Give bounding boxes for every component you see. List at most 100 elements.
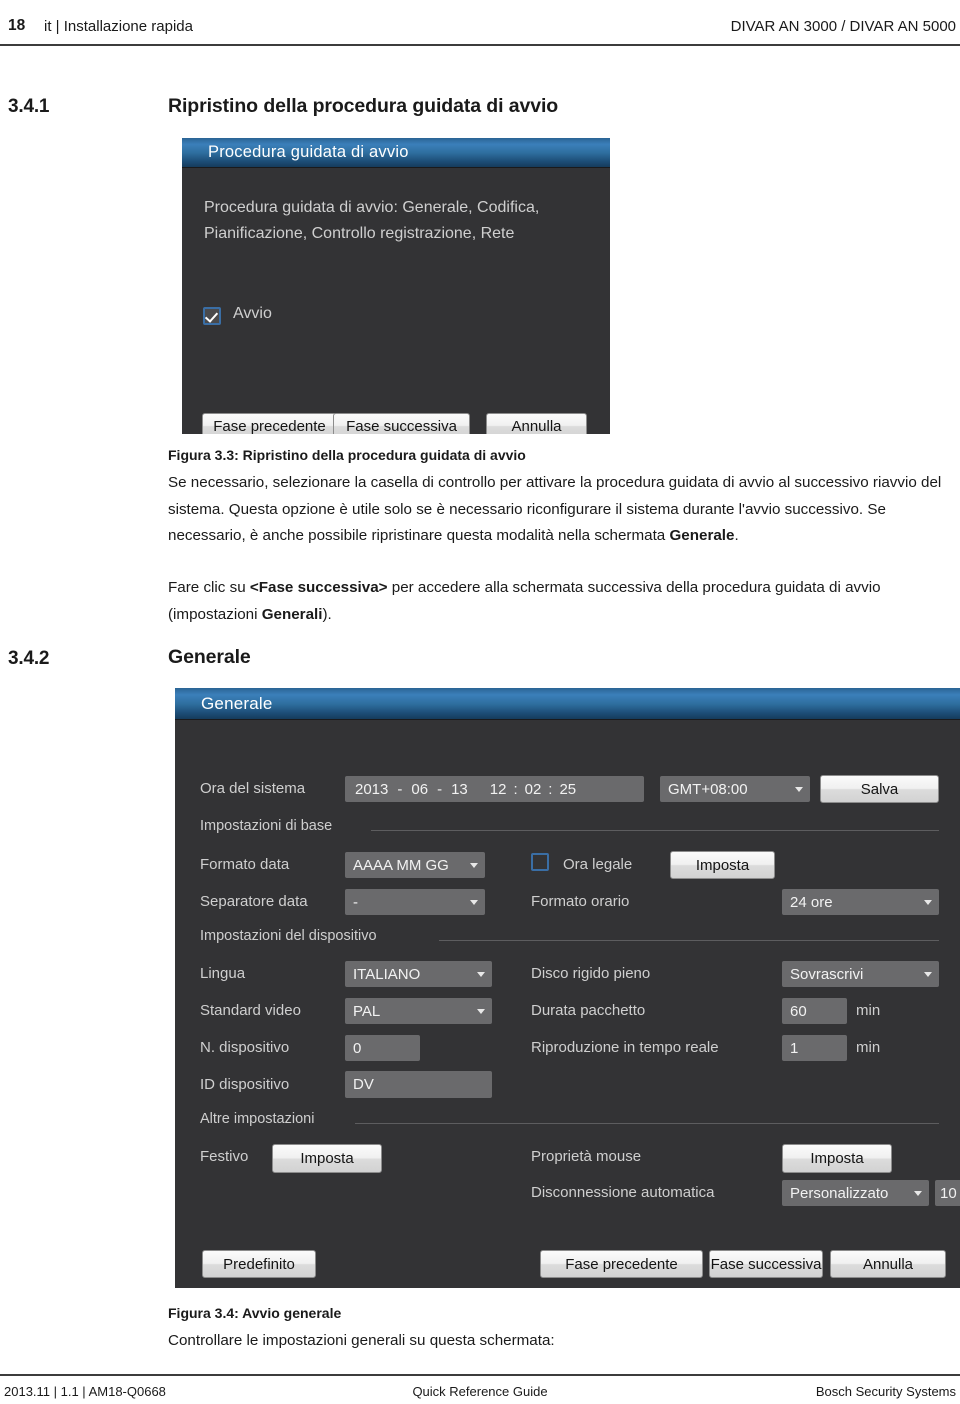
pack-duration-unit: min — [856, 1002, 881, 1019]
group-label-device: Impostazioni del dispositivo — [200, 928, 377, 944]
general-titlebar: Generale — [175, 688, 960, 720]
section-number-341: 3.4.1 — [8, 96, 50, 117]
group-label-base: Impostazioni di base — [200, 818, 333, 834]
chevron-down-icon — [477, 972, 485, 977]
pack-duration-label: Durata pacchetto — [531, 1002, 646, 1019]
section-title-342: Generale — [168, 646, 251, 668]
auto-logout-label: Disconnessione automatica — [531, 1184, 715, 1201]
video-standard-label: Standard video — [200, 1002, 301, 1019]
video-standard-select[interactable]: PAL — [345, 998, 492, 1024]
system-time-label: Ora del sistema — [200, 780, 306, 797]
chevron-down-icon — [477, 1009, 485, 1014]
mouse-props-set-button[interactable]: Imposta — [782, 1144, 892, 1173]
system-time-sep1: - — [397, 780, 403, 798]
timezone-select[interactable]: GMT+08:00 — [660, 776, 810, 802]
para2-part-e: ). — [322, 605, 332, 623]
wizard-title: Procedura guidata di avvio — [208, 143, 409, 161]
header-breadcrumb: it | Installazione rapida — [44, 17, 193, 35]
wizard-enable-checkbox[interactable] — [203, 307, 221, 325]
general-title: Generale — [201, 693, 273, 713]
header-divider — [0, 44, 960, 46]
dst-label: Ora legale — [563, 856, 633, 873]
date-separator-select[interactable]: - — [345, 889, 485, 915]
group-divider-base — [371, 830, 939, 831]
figure-33-paragraph-1: Se necessario, selezionare la casella di… — [168, 470, 958, 550]
system-time-hour: 12 — [489, 780, 507, 798]
dst-checkbox[interactable] — [531, 853, 549, 871]
save-time-button[interactable]: Salva — [820, 775, 939, 803]
system-time-day: 13 — [451, 780, 468, 798]
system-time-sep3: : — [513, 780, 518, 798]
device-id-label: ID dispositivo — [200, 1076, 290, 1093]
group-divider-other — [355, 1123, 939, 1124]
general-body: Ora del sistema 2013 - 06 - 13 12 : 02 :… — [175, 720, 960, 1288]
system-time-month: 06 — [411, 780, 429, 798]
para2-bold-fase-successiva: <Fase successiva> — [249, 579, 388, 596]
wizard-description-line1: Procedura guidata di avvio: Generale, Co… — [204, 199, 540, 216]
chevron-down-icon — [924, 972, 932, 977]
figure-33-paragraph-2: Fare clic su <Fase successiva> per acced… — [168, 575, 958, 628]
hdd-full-label: Disco rigido pieno — [531, 965, 651, 982]
general-settings-dialog: Generale Ora del sistema 2013 - 06 - 13 … — [175, 688, 960, 1288]
wizard-titlebar: Procedura guidata di avvio — [182, 138, 610, 168]
figure-34-text: Controllare le impostazioni generali su … — [168, 1332, 555, 1349]
para2-bold-generali: Generali — [261, 605, 323, 623]
para1-part-c: . — [734, 527, 739, 544]
time-format-value: 24 ore — [790, 893, 833, 911]
figure-33-caption: Figura 3.3: Ripristino della procedura g… — [168, 447, 526, 463]
system-time-year: 2013 — [355, 780, 389, 798]
auto-logout-minutes-field[interactable]: 10 — [935, 1180, 960, 1206]
video-standard-value: PAL — [353, 1002, 381, 1020]
realtime-play-field[interactable]: 1 — [782, 1035, 847, 1061]
wizard-description-line2: Pianificazione, Controllo registrazione,… — [204, 225, 515, 242]
system-time-field[interactable]: 2013 - 06 - 13 12 : 02 : 25 — [345, 776, 644, 802]
general-next-button[interactable]: Fase successiva — [709, 1250, 823, 1278]
timezone-value: GMT+08:00 — [668, 780, 748, 798]
holiday-label: Festivo — [200, 1148, 249, 1165]
holiday-set-button[interactable]: Imposta — [272, 1144, 382, 1173]
figure-34-caption: Figura 3.4: Avvio generale — [168, 1305, 342, 1321]
device-number-field[interactable]: 0 — [345, 1035, 420, 1061]
section-title-341: Ripristino della procedura guidata di av… — [168, 95, 559, 117]
dst-set-button[interactable]: Imposta — [670, 851, 775, 879]
date-format-label: Formato data — [200, 856, 290, 873]
system-time-sep4: : — [548, 780, 553, 798]
default-button[interactable]: Predefinito — [202, 1250, 316, 1278]
auto-logout-select[interactable]: Personalizzato — [782, 1180, 929, 1206]
date-format-select[interactable]: AAAA MM GG — [345, 852, 485, 878]
language-value: ITALIANO — [353, 965, 421, 983]
realtime-play-unit: min — [856, 1039, 881, 1056]
time-format-select[interactable]: 24 ore — [782, 889, 939, 915]
section-number-342: 3.4.2 — [8, 648, 50, 669]
wizard-cancel-button[interactable]: Annulla — [486, 413, 587, 434]
wizard-prev-button[interactable]: Fase precedente — [202, 413, 337, 434]
general-cancel-button[interactable]: Annulla — [830, 1250, 946, 1278]
chevron-down-icon — [470, 863, 478, 868]
pack-duration-field[interactable]: 60 — [782, 998, 847, 1024]
chevron-down-icon — [924, 900, 932, 905]
group-label-other: Altre impostazioni — [200, 1111, 315, 1127]
hdd-full-select[interactable]: Sovrascrivi — [782, 961, 939, 987]
language-select[interactable]: ITALIANO — [345, 961, 492, 987]
wizard-enable-label: Avvio — [233, 305, 272, 322]
system-time-second: 25 — [559, 780, 577, 798]
header-product-name: DIVAR AN 3000 / DIVAR AN 5000 — [730, 17, 956, 35]
general-prev-button[interactable]: Fase precedente — [540, 1250, 703, 1278]
system-time-sep2: - — [437, 780, 443, 798]
footer-right: Bosch Security Systems — [815, 1384, 956, 1399]
realtime-play-label: Riproduzione in tempo reale — [531, 1039, 719, 1056]
date-separator-value: - — [353, 893, 358, 911]
language-label: Lingua — [200, 965, 246, 982]
device-id-field[interactable]: DV — [345, 1071, 492, 1098]
group-divider-device — [439, 940, 939, 941]
device-number-label: N. dispositivo — [200, 1039, 290, 1056]
para1-part-a: Se necessario, selezionare la casella di… — [168, 474, 942, 544]
page-number: 18 — [8, 17, 26, 34]
time-format-label: Formato orario — [531, 893, 630, 910]
chevron-down-icon — [914, 1191, 922, 1196]
wizard-next-button[interactable]: Fase successiva — [333, 413, 470, 434]
chevron-down-icon — [795, 787, 803, 792]
startup-wizard-dialog: Procedura guidata di avvio Procedura gui… — [182, 138, 610, 434]
para1-bold-generale: Generale — [669, 527, 735, 544]
date-format-value: AAAA MM GG — [353, 856, 449, 874]
